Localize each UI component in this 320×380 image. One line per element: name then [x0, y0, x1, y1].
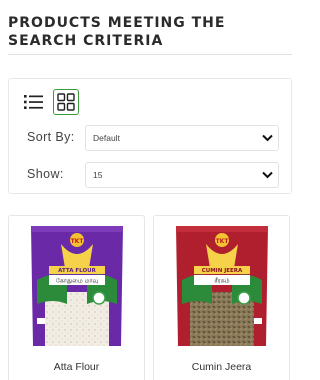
page-title-line-2: SEARCH CRITERIA	[8, 33, 164, 49]
sort-by-select[interactable]: Default	[85, 125, 279, 151]
product-card[interactable]: TKT CUMIN JEERA சீரகம் Cumin Jeera	[153, 215, 290, 380]
cumin-jeera-pack-image[interactable]: TKT CUMIN JEERA சீரகம்	[172, 220, 272, 352]
chevron-down-icon	[262, 134, 273, 142]
list-view-icon	[24, 95, 43, 109]
pack-title: ATTA FLOUR	[58, 268, 96, 274]
pack-brand: TKT	[71, 238, 85, 245]
sort-by-label: Sort By:	[27, 130, 75, 144]
pack-subtitle: சீரகம்	[214, 278, 229, 285]
pack-subtitle: கோதுமை மாவு	[56, 278, 99, 285]
show-count-select[interactable]: 15	[85, 162, 279, 188]
pack-title: CUMIN JEERA	[202, 268, 243, 274]
chevron-down-icon	[262, 171, 273, 179]
grid-view-icon	[57, 93, 75, 111]
sort-by-value: Default	[93, 133, 120, 143]
show-count-value: 15	[93, 170, 103, 180]
show-label: Show:	[27, 167, 64, 181]
list-view-button[interactable]	[21, 89, 47, 115]
atta-flour-pack-image[interactable]: TKT ATTA FLOUR கோதுமை மாவு	[27, 220, 127, 352]
page-title: PRODUCTS MEETING THE SEARCH CRITERIA	[8, 14, 288, 50]
page-title-line-1: PRODUCTS MEETING THE	[8, 15, 226, 31]
heading-divider	[8, 54, 292, 55]
grid-view-button[interactable]	[53, 89, 79, 115]
product-card[interactable]: TKT ATTA FLOUR கோதுமை மாவு Atta Flour	[8, 215, 145, 380]
product-name[interactable]: Cumin Jeera	[154, 361, 289, 373]
product-name[interactable]: Atta Flour	[9, 361, 144, 373]
filter-toolbar: Sort By: Default Show: 15	[8, 78, 292, 194]
pack-brand: TKT	[216, 238, 230, 245]
